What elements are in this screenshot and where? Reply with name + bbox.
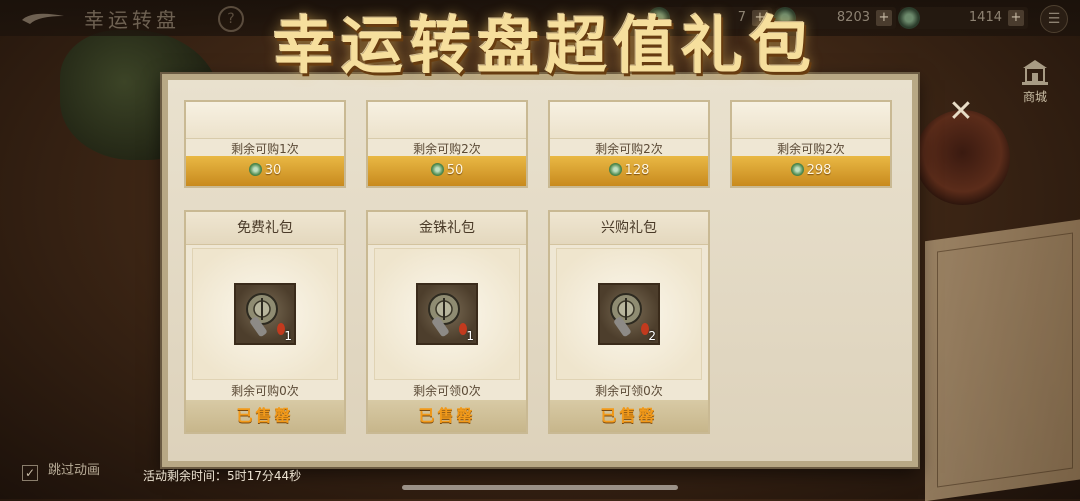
remaining-count: 剩余可购1次 — [231, 142, 299, 156]
add-resource-button[interactable]: + — [1008, 10, 1024, 26]
shop-label: 商城 — [1022, 90, 1047, 104]
gift-card-free[interactable]: 免费礼包 1 剩余可购0次 已售罄 — [184, 210, 346, 434]
remaining-count: 剩余可购2次 — [413, 142, 481, 156]
sold-out-button[interactable]: 已售罄 — [550, 400, 708, 432]
card-art — [732, 102, 890, 139]
card-art: 1 — [374, 248, 520, 380]
gift-card-top-3[interactable]: 剩余可购2次 128 — [548, 100, 710, 188]
price-value: 50 — [446, 163, 464, 178]
close-button[interactable]: ✕ — [946, 97, 976, 128]
buy-button[interactable]: 128 — [550, 156, 708, 186]
buy-button[interactable]: 50 — [368, 156, 526, 186]
item-count: 1 — [284, 329, 292, 343]
back-arrow-icon — [22, 13, 64, 24]
item-count: 1 — [466, 329, 474, 343]
card-art: 1 — [192, 248, 338, 380]
item-slot[interactable]: 1 — [416, 283, 478, 345]
card-title: 金铢礼包 — [368, 212, 526, 245]
jade-icon — [248, 163, 262, 176]
gift-pack-panel: 剩余可购1次 30 剩余可购2次 50 剩余可购2次 128 剩余可购2次 29… — [162, 74, 918, 467]
background-book — [925, 218, 1080, 501]
price-value: 128 — [624, 163, 650, 178]
buy-button[interactable]: 298 — [732, 156, 890, 186]
card-art — [186, 102, 344, 139]
compass-scroll-icon — [610, 293, 649, 337]
card-art — [368, 102, 526, 139]
item-slot[interactable]: 2 — [598, 283, 660, 345]
gift-card-top-1[interactable]: 剩余可购1次 30 — [184, 100, 346, 188]
item-slot[interactable]: 1 — [234, 283, 296, 345]
jade-icon — [608, 163, 622, 176]
card-title: 兴购礼包 — [550, 212, 708, 245]
remaining-count: 剩余可领0次 — [595, 384, 663, 398]
jade-icon — [790, 163, 804, 176]
home-indicator[interactable] — [402, 485, 678, 490]
remaining-count: 剩余可领0次 — [413, 384, 481, 398]
sold-out-button[interactable]: 已售罄 — [368, 400, 526, 432]
checkbox[interactable]: ✓ — [22, 465, 38, 481]
remaining-count: 剩余可购2次 — [595, 142, 663, 156]
resource-value: 1414 — [968, 10, 1002, 25]
resource-counter-3: 1414 + — [898, 7, 1028, 29]
shop-button[interactable]: 商城 — [1015, 58, 1055, 112]
gift-card-purchase[interactable]: 兴购礼包 2 剩余可领0次 已售罄 — [548, 210, 710, 434]
event-timer: 活动剩余时间：5时17分44秒 — [143, 469, 302, 483]
compass-scroll-icon — [428, 293, 467, 337]
compass-scroll-icon — [246, 293, 285, 337]
page-title: 幸运转盘 — [84, 8, 180, 32]
back-button[interactable] — [18, 6, 68, 30]
card-art: 2 — [556, 248, 702, 380]
buy-button[interactable]: 30 — [186, 156, 344, 186]
item-count: 2 — [648, 329, 656, 343]
skip-animation-toggle[interactable]: ✓ 跳过动画 — [22, 461, 100, 481]
card-art — [550, 102, 708, 139]
jade-coin-icon — [898, 7, 920, 29]
price-value: 30 — [264, 163, 282, 178]
card-title: 免费礼包 — [186, 212, 344, 245]
gift-card-gold[interactable]: 金铢礼包 1 剩余可领0次 已售罄 — [366, 210, 528, 434]
sold-out-button[interactable]: 已售罄 — [186, 400, 344, 432]
event-banner-title: 幸运转盘超值礼包 — [272, 9, 817, 82]
menu-button[interactable]: ☰ — [1040, 5, 1068, 33]
skip-animation-label: 跳过动画 — [48, 463, 101, 478]
jade-icon — [430, 163, 444, 176]
price-value: 298 — [806, 163, 832, 178]
remaining-count: 剩余可购0次 — [231, 384, 299, 398]
remaining-count: 剩余可购2次 — [777, 142, 845, 156]
gift-card-top-4[interactable]: 剩余可购2次 298 — [730, 100, 892, 188]
gift-card-top-2[interactable]: 剩余可购2次 50 — [366, 100, 528, 188]
shop-building-icon — [1022, 60, 1048, 85]
